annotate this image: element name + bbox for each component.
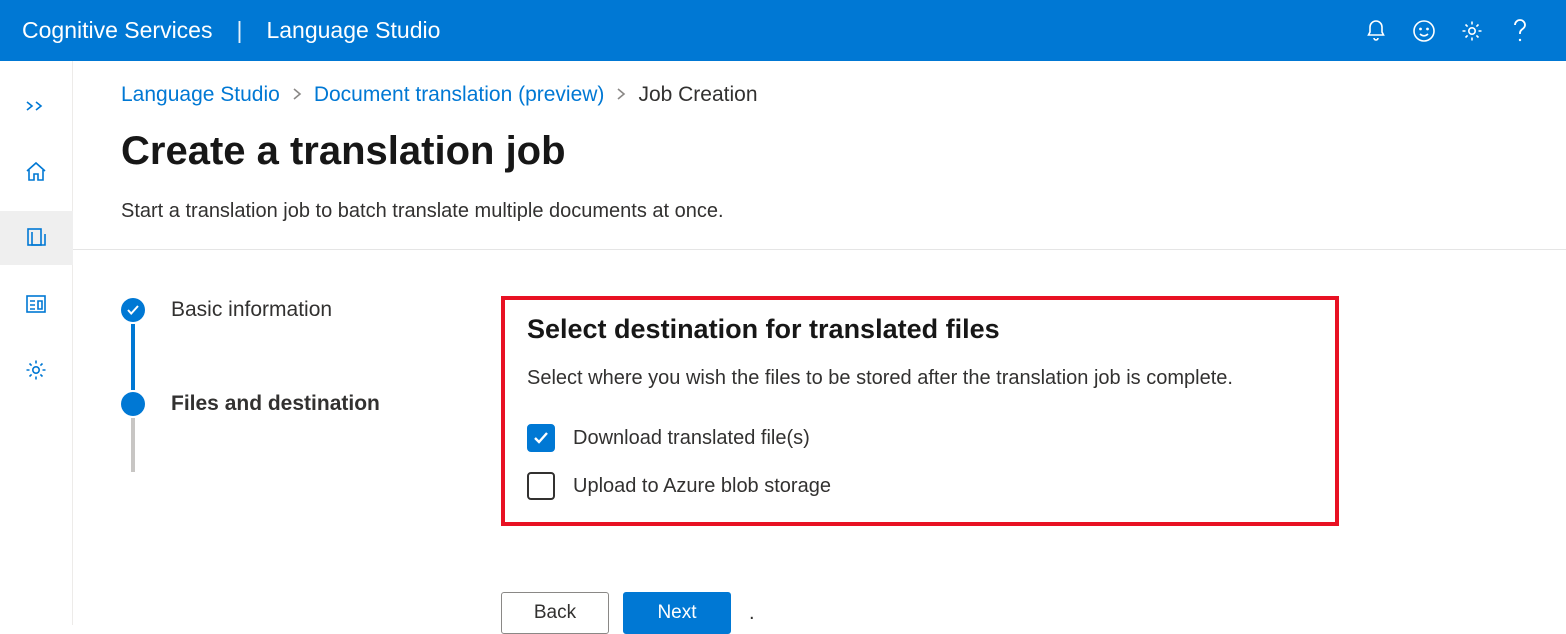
breadcrumb-language-studio[interactable]: Language Studio bbox=[121, 83, 280, 107]
help-icon[interactable] bbox=[1496, 7, 1544, 55]
back-button[interactable]: Back bbox=[501, 592, 609, 634]
page-subtitle: Start a translation job to batch transla… bbox=[121, 200, 1566, 223]
option-upload-azure-blob[interactable]: Upload to Azure blob storage bbox=[527, 472, 1313, 500]
option-download-translated-files[interactable]: Download translated file(s) bbox=[527, 424, 1313, 452]
step-done-icon bbox=[121, 298, 145, 322]
step-label: Files and destination bbox=[171, 392, 380, 416]
top-header: Cognitive Services | Language Studio bbox=[0, 0, 1566, 61]
breadcrumb-sep bbox=[292, 87, 302, 104]
document-translation-icon[interactable] bbox=[0, 211, 73, 265]
wizard-buttons: Back Next . bbox=[501, 592, 1566, 634]
step-label: Basic information bbox=[171, 298, 332, 322]
step-connector bbox=[131, 418, 135, 472]
destination-highlight-box: Select destination for translated files … bbox=[501, 296, 1339, 526]
step-current-icon bbox=[121, 392, 145, 416]
breadcrumb-current: Job Creation bbox=[638, 83, 757, 107]
product-name[interactable]: Language Studio bbox=[266, 17, 440, 44]
wizard-stepper: Basic information Files and destination bbox=[121, 296, 501, 634]
checkbox-checked-icon[interactable] bbox=[527, 424, 555, 452]
left-rail bbox=[0, 61, 73, 625]
ellipsis-dot: . bbox=[749, 602, 755, 625]
form-icon[interactable] bbox=[0, 277, 73, 331]
panel-title: Select destination for translated files bbox=[527, 314, 1313, 345]
settings-icon[interactable] bbox=[1448, 7, 1496, 55]
brand-name[interactable]: Cognitive Services bbox=[22, 17, 212, 44]
main-content: Language Studio Document translation (pr… bbox=[73, 61, 1566, 625]
breadcrumb: Language Studio Document translation (pr… bbox=[121, 83, 1566, 107]
checkbox-unchecked-icon[interactable] bbox=[527, 472, 555, 500]
home-icon[interactable] bbox=[0, 145, 73, 199]
rail-settings-icon[interactable] bbox=[0, 343, 73, 397]
next-button[interactable]: Next bbox=[623, 592, 731, 634]
panel-description: Select where you wish the files to be st… bbox=[527, 367, 1313, 390]
notifications-icon[interactable] bbox=[1352, 7, 1400, 55]
brand-divider: | bbox=[236, 17, 242, 44]
step-connector bbox=[131, 324, 135, 390]
page-title: Create a translation job bbox=[121, 129, 1566, 174]
feedback-icon[interactable] bbox=[1400, 7, 1448, 55]
expand-rail-button[interactable] bbox=[0, 79, 73, 133]
step-basic-information[interactable]: Basic information bbox=[121, 296, 501, 324]
breadcrumb-document-translation[interactable]: Document translation (preview) bbox=[314, 83, 605, 107]
breadcrumb-sep bbox=[616, 87, 626, 104]
step-files-and-destination[interactable]: Files and destination bbox=[121, 390, 501, 418]
option-label: Upload to Azure blob storage bbox=[573, 475, 831, 498]
option-label: Download translated file(s) bbox=[573, 427, 810, 450]
